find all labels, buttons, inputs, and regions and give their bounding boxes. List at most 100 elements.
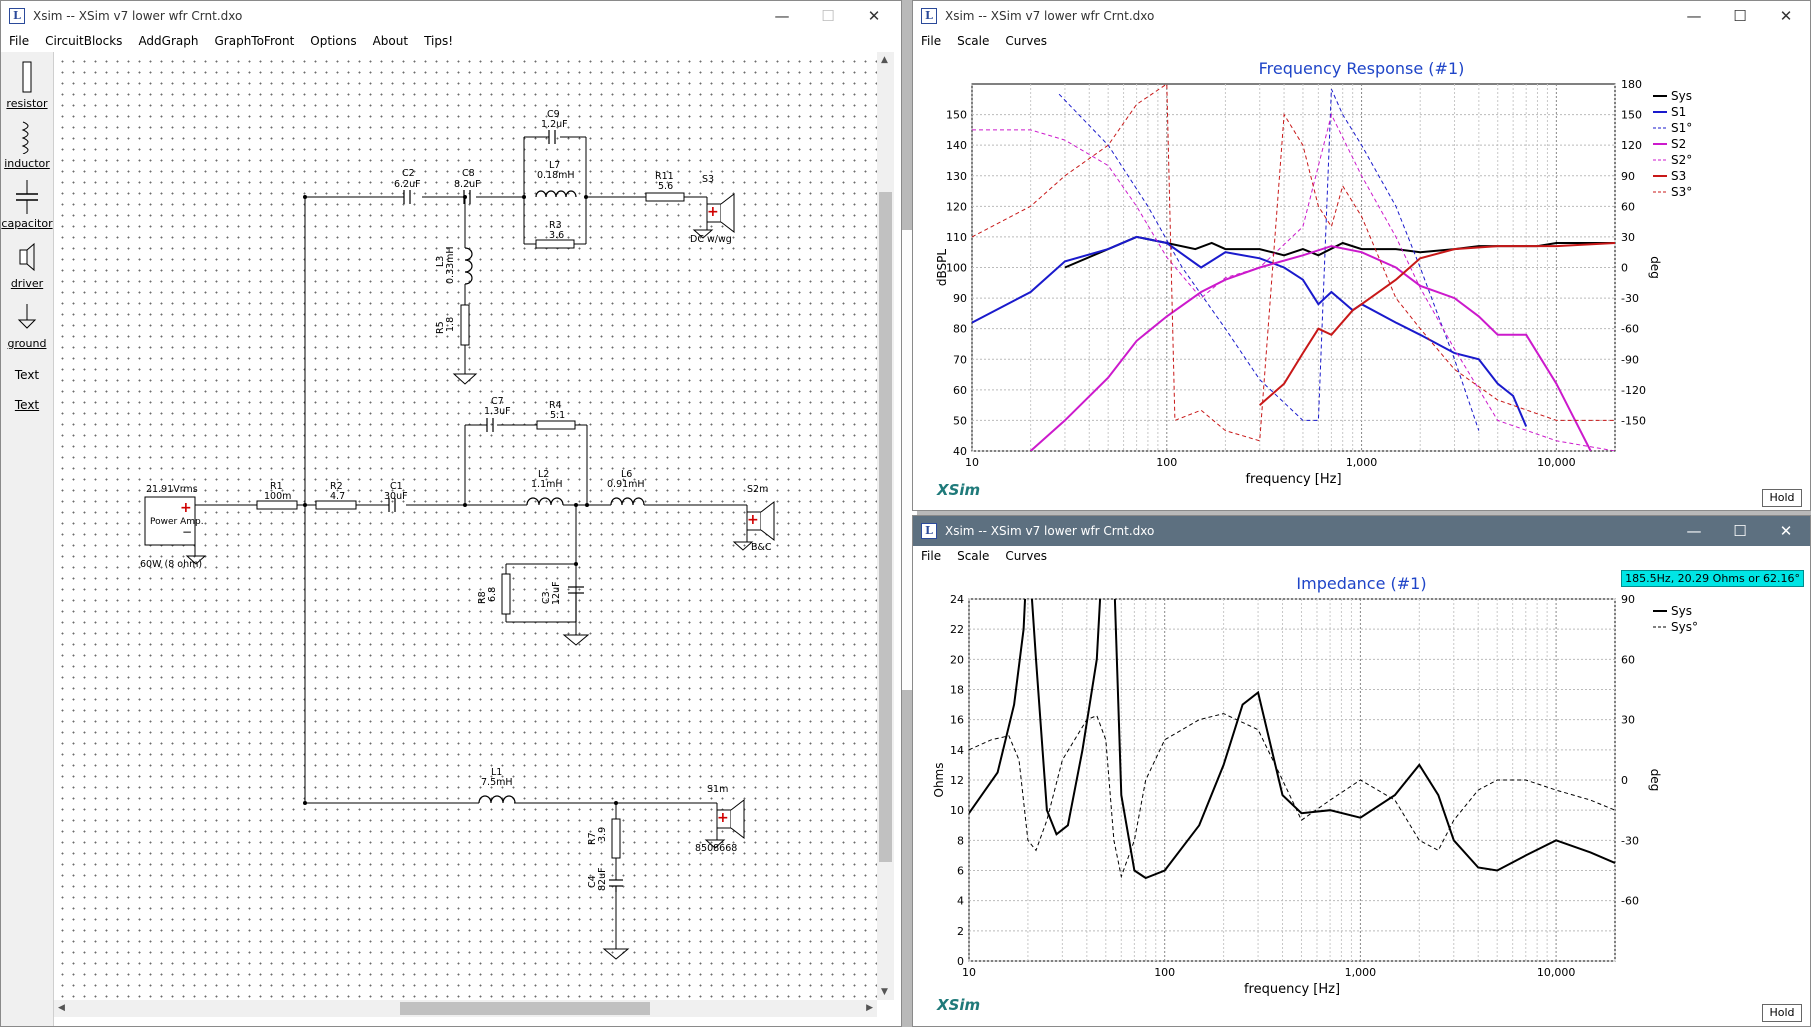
y-tick-label: 6 [957,865,964,878]
legend-entry: Sys [1671,604,1692,618]
c8-name: C8 [462,168,475,179]
y-tick-label: 18 [950,684,964,697]
y-tick-label: 140 [946,139,967,152]
legend-entry: S3 [1671,169,1686,183]
menu-addgraph[interactable]: AddGraph [130,34,206,48]
menu-curves[interactable]: Curves [997,34,1055,48]
menu-about[interactable]: About [365,34,416,48]
palette-label: resistor [6,97,48,110]
scroll-thumb-horizontal[interactable] [400,1002,650,1015]
text-box-icon: Text [14,368,40,382]
frequency-response-chart[interactable]: 405060708090100110120130140150-150-120-9… [913,71,1811,511]
y2-tick-label: 30 [1621,714,1635,727]
app-icon: L [9,8,25,24]
impedance-chart[interactable]: 024681012141618202224-60-30030609010 100 1… [913,586,1811,1026]
imp-titlebar[interactable]: L Xsim -- XSim v7 lower wfr Crnt.dxo — ☐… [913,516,1810,546]
y-tick-label: 90 [953,292,967,305]
minimize-button[interactable]: — [1671,1,1717,31]
scroll-down-icon[interactable]: ▼ [881,987,888,997]
maximize-button[interactable]: ☐ [1717,1,1763,31]
window-title: Xsim -- XSim v7 lower wfr Crnt.dxo [945,9,1155,23]
palette-inductor[interactable]: inductor [1,120,53,170]
schematic-titlebar[interactable]: L Xsim -- XSim v7 lower wfr Crnt.dxo — ☐… [1,1,901,31]
menu-circuitblocks[interactable]: CircuitBlocks [37,34,130,48]
palette-driver[interactable]: driver [1,240,53,290]
r1-value: 100m [264,491,291,502]
menu-scale[interactable]: Scale [949,34,997,48]
close-button[interactable]: ✕ [851,1,897,31]
menu-file[interactable]: File [1,34,37,48]
schematic-menubar: File CircuitBlocks AddGraph GraphToFront… [1,31,901,51]
legend-entry: S2° [1671,153,1692,167]
s2m-name: S2m [747,484,768,495]
palette-label: ground [7,337,47,350]
y2-tick-label: -30 [1621,834,1639,847]
app-icon: L [921,523,937,539]
y2-tick-label: 90 [1621,170,1635,183]
x-tick-label: 100 [1156,456,1177,469]
r8-value: 6.8 [487,587,498,602]
maximize-button[interactable]: ☐ [805,1,851,31]
scroll-right-icon[interactable]: ▶ [866,1003,873,1013]
scroll-up-icon[interactable]: ▲ [881,55,888,65]
scroll-thumb-vertical[interactable] [879,192,892,862]
c9-value: 1.2uF [541,119,568,130]
amp-label: Power Amp. [150,517,204,527]
y-tick-label: 80 [953,323,967,336]
amp-note-label: 60W (8 ohm) [140,559,202,570]
svg-text:+: + [717,810,729,826]
y-tick-label: 70 [953,353,967,366]
palette-resistor[interactable]: resistor [1,60,53,110]
y2-axis-label: deg [1648,256,1662,279]
close-button[interactable]: ✕ [1763,1,1809,31]
ground-icon [17,304,37,329]
minimize-button[interactable]: — [759,1,805,31]
maximize-button[interactable]: ☐ [1717,516,1763,546]
s3-value: DC w/wg [690,234,732,245]
x-tick-label: 10,000 [1537,456,1576,469]
x-axis-label: frequency [Hz] [1245,472,1341,487]
menu-file[interactable]: File [913,34,949,48]
r2-value: 4.7 [330,491,345,502]
amp-voltage-label: 21.91Vrms [146,484,198,495]
palette-capacitor[interactable]: capacitor [1,180,53,230]
palette-ground[interactable]: ground [1,300,53,350]
r3-value: 3.6 [549,230,564,241]
close-button[interactable]: ✕ [1763,516,1809,546]
schematic-window: L Xsim -- XSim v7 lower wfr Crnt.dxo — ☐… [0,0,902,1027]
r4-value: 5.1 [550,410,565,421]
y-tick-label: 10 [950,804,964,817]
x-tick-label: 1,000 [1346,456,1378,469]
y2-tick-label: -90 [1621,353,1639,366]
menu-scale[interactable]: Scale [949,549,997,563]
menu-curves[interactable]: Curves [997,549,1055,563]
palette-text-box[interactable]: Text [1,368,53,382]
palette-text[interactable]: Text [1,398,53,412]
y2-tick-label: 60 [1621,200,1635,213]
y-axis-label: dBSPL [935,249,949,286]
horizontal-scrollbar[interactable]: ◀ ▶ [54,1000,877,1017]
capacitor-icon [16,180,38,214]
y-tick-label: 8 [957,834,964,847]
palette-label: inductor [4,157,50,170]
y2-tick-label: 150 [1621,109,1642,122]
menu-options[interactable]: Options [302,34,364,48]
menu-tips[interactable]: Tips! [416,34,461,48]
scroll-left-icon[interactable]: ◀ [58,1003,65,1013]
component-palette: resistor inductor capacitor driver groun… [1,52,54,1026]
minimize-button[interactable]: — [1671,516,1717,546]
fr-titlebar[interactable]: L Xsim -- XSim v7 lower wfr Crnt.dxo — ☐… [913,1,1810,31]
y-tick-label: 22 [950,623,964,636]
legend-entry: S2 [1671,137,1686,151]
hold-button[interactable]: Hold [1762,489,1802,507]
window-title: Xsim -- XSim v7 lower wfr Crnt.dxo [945,524,1155,538]
schematic-canvas[interactable]: + + + + − Power Amp. 21.91Vrms 60W (8 ohm) … [54,52,877,1000]
hold-button[interactable]: Hold [1762,1004,1802,1022]
svg-text:+: + [747,512,759,528]
y-tick-label: 120 [946,200,967,213]
menu-graphtofront[interactable]: GraphToFront [206,34,302,48]
menu-file[interactable]: File [913,549,949,563]
driver-icon [19,242,35,272]
vertical-scrollbar[interactable]: ▲ ▼ [877,52,894,1000]
legend-entry: S1 [1671,105,1686,119]
